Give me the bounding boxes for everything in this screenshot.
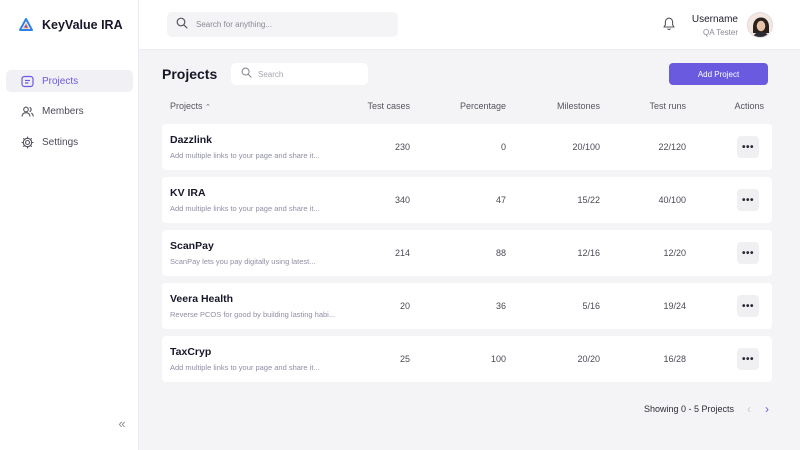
project-description: ScanPay lets you pay digitally using lat… (170, 257, 316, 266)
global-search-input[interactable] (196, 20, 386, 29)
more-options-button[interactable]: ••• (737, 136, 759, 158)
sidebar-item-settings[interactable]: Settings (6, 131, 133, 153)
brand[interactable]: KeyValue IRA (19, 15, 123, 35)
sort-asc-icon: ⌃ (205, 104, 211, 111)
percentage-value: 100 (490, 354, 506, 364)
project-name: ScanPay (170, 240, 214, 252)
bell-icon[interactable] (661, 16, 677, 32)
test-cases-value: 25 (399, 354, 410, 364)
more-options-button[interactable]: ••• (737, 189, 759, 211)
user-name: Username (691, 14, 738, 25)
project-description: Add multiple links to your page and shar… (170, 151, 320, 160)
more-options-button[interactable]: ••• (737, 295, 759, 317)
percentage-value: 88 (495, 248, 506, 258)
column-header-projects[interactable]: Projects ⌃ (170, 101, 211, 111)
column-header-percentage: Percentage (459, 101, 506, 111)
test-cases-value: 340 (394, 195, 410, 205)
more-options-button[interactable]: ••• (737, 348, 759, 370)
project-search-input[interactable] (258, 69, 368, 79)
search-icon (241, 65, 252, 83)
table-row[interactable]: Dazzlink Add multiple links to your page… (162, 124, 772, 170)
projects-icon (21, 75, 34, 88)
sidebar: KeyValue IRA Projects Members Settings « (0, 0, 139, 450)
milestones-value: 12/16 (577, 248, 600, 258)
column-header-actions: Actions (734, 101, 764, 111)
table-row[interactable]: ScanPay ScanPay lets you pay digitally u… (162, 230, 772, 276)
column-header-test-runs: Test runs (649, 101, 686, 111)
project-description: Add multiple links to your page and shar… (170, 204, 320, 213)
sidebar-item-label: Members (42, 106, 84, 117)
test-runs-value: 22/120 (658, 142, 686, 152)
project-table: Dazzlink Add multiple links to your page… (162, 124, 772, 389)
brand-name: KeyValue IRA (42, 18, 123, 32)
column-header-milestones: Milestones (556, 101, 600, 111)
project-search[interactable] (231, 63, 368, 85)
milestones-value: 15/22 (577, 195, 600, 205)
brand-logo-icon (19, 18, 33, 32)
milestones-value: 20/20 (577, 354, 600, 364)
add-project-button[interactable]: Add Project (669, 63, 768, 85)
pagination-status: Showing 0 - 5 Projects (644, 404, 735, 414)
page-title: Projects (162, 66, 218, 82)
search-icon (176, 16, 188, 34)
project-name: Dazzlink (170, 134, 213, 146)
table-row[interactable]: Veera Health Reverse PCOS for good by bu… (162, 283, 772, 329)
members-icon (21, 105, 34, 118)
chevron-left-icon[interactable]: ‹ (744, 402, 754, 416)
user-info[interactable]: Username QA Tester (692, 13, 738, 38)
main-content: Projects Add Project Projects ⌃ Test cas… (139, 50, 800, 450)
gear-icon (21, 135, 34, 149)
sidebar-item-label: Settings (42, 136, 79, 148)
column-header-test-cases: Test cases (367, 101, 410, 111)
test-cases-value: 230 (394, 142, 410, 152)
project-name: TaxCryp (170, 346, 212, 358)
sidebar-item-label: Projects (42, 75, 79, 87)
chevron-right-icon[interactable]: › (762, 402, 772, 416)
milestones-value: 5/16 (582, 301, 600, 311)
test-runs-value: 12/20 (663, 248, 686, 258)
table-row[interactable]: TaxCryp Add multiple links to your page … (162, 336, 772, 382)
test-runs-value: 40/100 (658, 195, 686, 205)
table-header: Projects ⌃ Test cases Percentage Milesto… (162, 101, 772, 115)
project-name: Veera Health (170, 293, 234, 305)
project-description: Add multiple links to your page and shar… (170, 363, 320, 372)
project-description: Reverse PCOS for good by building lastin… (170, 310, 336, 319)
topbar: Username QA Tester (139, 0, 800, 50)
test-cases-value: 214 (394, 248, 410, 258)
table-row[interactable]: KV IRA Add multiple links to your page a… (162, 177, 772, 223)
percentage-value: 0 (500, 142, 506, 152)
pagination: Showing 0 - 5 Projects ‹ › (644, 402, 772, 416)
percentage-value: 47 (495, 195, 506, 205)
user-role: QA Tester (703, 28, 738, 37)
percentage-value: 36 (495, 301, 506, 311)
milestones-value: 20/100 (572, 142, 600, 152)
global-search[interactable] (167, 12, 398, 37)
test-runs-value: 16/28 (663, 354, 686, 364)
project-name: KV IRA (170, 187, 206, 199)
double-chevron-left-icon[interactable]: « (115, 417, 129, 431)
test-cases-value: 20 (399, 301, 410, 311)
more-options-button[interactable]: ••• (737, 242, 759, 264)
sidebar-item-members[interactable]: Members (6, 101, 133, 123)
sidebar-item-projects[interactable]: Projects (6, 70, 133, 92)
avatar[interactable] (747, 12, 773, 38)
test-runs-value: 19/24 (663, 301, 686, 311)
sidebar-nav: Projects Members Settings (6, 70, 133, 162)
